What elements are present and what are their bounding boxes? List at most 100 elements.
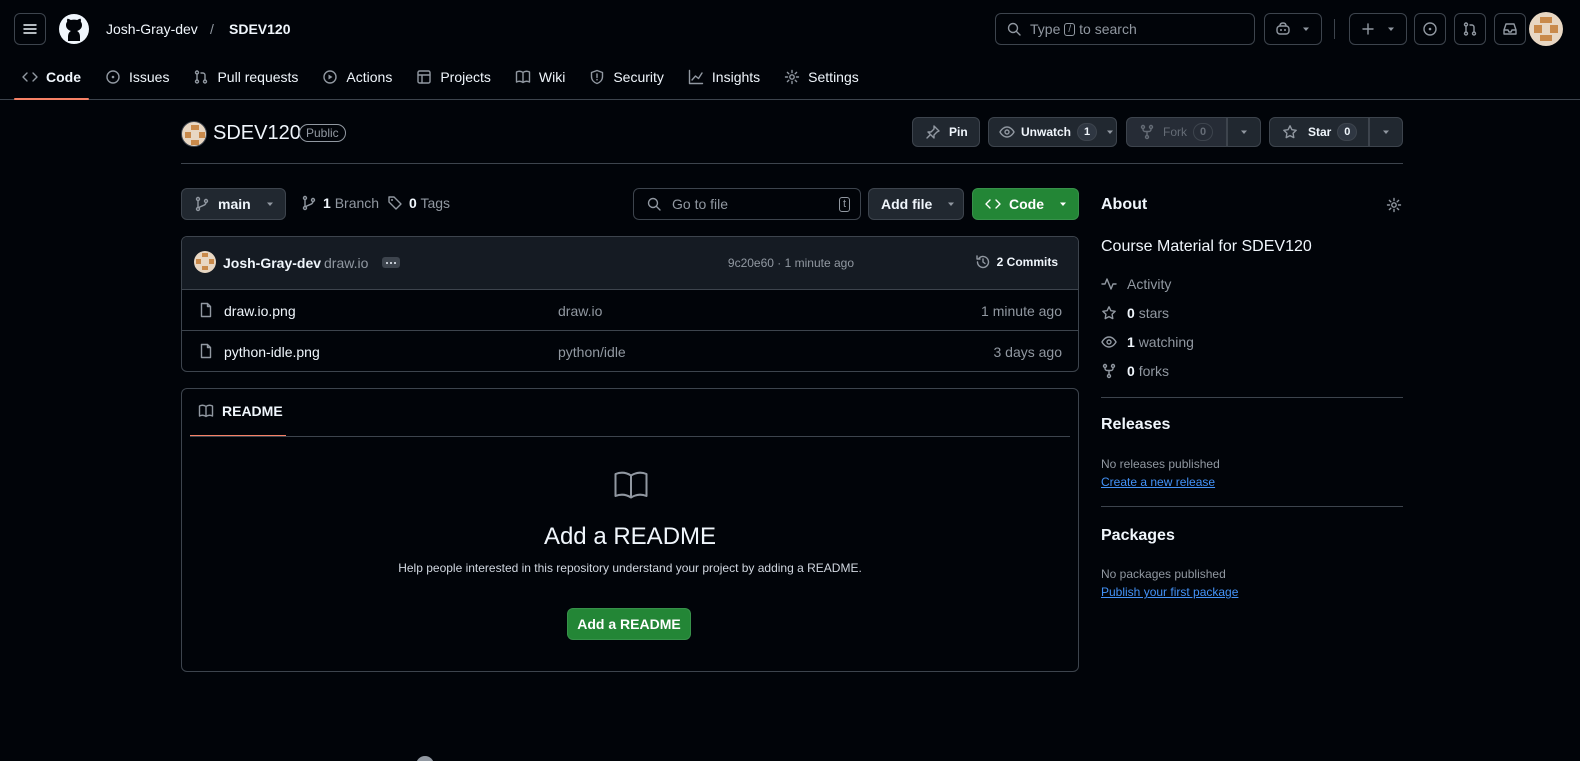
fork-label: Fork (1163, 125, 1187, 139)
branch-name: main (218, 196, 251, 212)
book-icon (614, 471, 648, 499)
commit-sha-time[interactable]: 9c20e60 · 1 minute ago (728, 256, 854, 270)
packages-empty: No packages published (1101, 567, 1226, 581)
releases-heading[interactable]: Releases (1101, 416, 1170, 434)
gear-icon (784, 69, 800, 85)
code-button-label: Code (1009, 196, 1044, 212)
file-updated-time: 3 days ago (993, 344, 1063, 360)
create-release-link[interactable]: Create a new release (1101, 475, 1215, 489)
forks-label: forks (1138, 363, 1170, 379)
sidebar-divider (1101, 506, 1403, 507)
tab-actions[interactable]: Actions (314, 60, 400, 94)
copilot-button[interactable] (1264, 13, 1322, 45)
stars-link[interactable]: 0 stars (1101, 305, 1169, 321)
branches-link[interactable]: 1 Branch (301, 195, 379, 211)
search-icon (1007, 22, 1021, 36)
file-icon (200, 343, 212, 359)
readme-description: Help people interested in this repositor… (398, 561, 862, 575)
fork-icon (1140, 124, 1154, 140)
tab-settings[interactable]: Settings (776, 60, 867, 94)
chevron-down-icon (1107, 130, 1114, 134)
commit-author[interactable]: Josh-Gray-dev (223, 255, 321, 271)
star-button[interactable]: Star 0 (1269, 117, 1369, 147)
tab-pull-requests[interactable]: Pull requests (185, 60, 306, 94)
watchers-link[interactable]: 1 watching (1101, 334, 1194, 350)
readme-title: Add a README (543, 523, 717, 550)
tab-projects[interactable]: Projects (408, 60, 499, 94)
code-button[interactable]: Code (972, 188, 1079, 220)
packages-heading[interactable]: Packages (1101, 527, 1175, 545)
table-icon (417, 70, 432, 84)
add-file-label: Add file (881, 196, 933, 212)
add-file-button[interactable]: Add file (868, 188, 964, 220)
github-footer-logo-icon[interactable] (415, 755, 435, 761)
tab-label: Settings (808, 69, 859, 85)
unwatch-button[interactable]: Unwatch 1 (988, 117, 1117, 147)
readme-tab[interactable]: README (198, 403, 283, 419)
sidebar-divider (1101, 397, 1403, 398)
go-to-file-input[interactable]: Go to file t (633, 188, 861, 220)
file-commit-message[interactable]: python/idle (558, 344, 626, 360)
repo-title[interactable]: SDEV120 (213, 121, 301, 145)
menu-button[interactable] (14, 13, 46, 45)
inbox-button[interactable] (1494, 13, 1526, 45)
gear-icon[interactable] (1386, 197, 1402, 213)
tab-wiki[interactable]: Wiki (507, 60, 573, 94)
tab-label: Pull requests (217, 69, 299, 85)
search-suffix: to search (1079, 21, 1137, 37)
issues-button[interactable] (1414, 13, 1446, 45)
commit-expand-button[interactable] (382, 257, 400, 268)
file-list: Josh-Gray-dev draw.io 9c20e60 · 1 minute… (181, 236, 1079, 372)
copilot-icon (1276, 22, 1290, 35)
breadcrumb-owner[interactable]: Josh-Gray-dev (106, 20, 198, 38)
tab-label: Projects (440, 69, 491, 85)
star-icon (1102, 306, 1116, 320)
commit-author-avatar[interactable] (194, 251, 216, 273)
visibility-badge: Public (299, 124, 346, 142)
tab-insights[interactable]: Insights (680, 60, 768, 94)
commit-message[interactable]: draw.io (324, 255, 368, 271)
create-new-button[interactable] (1349, 13, 1407, 45)
branch-count: 1 (323, 195, 331, 211)
user-avatar[interactable] (1529, 12, 1563, 46)
branch-selector[interactable]: main (181, 188, 286, 220)
file-row: draw.io.png draw.io 1 minute ago (182, 290, 1078, 331)
pulse-icon (1101, 278, 1117, 290)
commits-label: 2 Commits (996, 255, 1058, 269)
go-to-file-key: t (838, 197, 850, 212)
breadcrumb-repo[interactable]: SDEV120 (229, 20, 290, 38)
pin-icon (926, 125, 940, 139)
chevron-down-icon (1241, 130, 1247, 134)
file-name[interactable]: draw.io.png (224, 303, 296, 319)
search-key: / (1064, 22, 1076, 36)
star-count: 0 (1337, 123, 1358, 141)
code-icon (22, 72, 38, 82)
star-dropdown-button[interactable] (1369, 117, 1403, 147)
pin-button[interactable]: Pin (912, 117, 980, 147)
repo-nav-tabs: Code Issues Pull requests Actions Projects Wi… (14, 60, 875, 100)
activity-link[interactable]: Activity (1101, 276, 1171, 292)
tags-link[interactable]: 0 Tags (387, 195, 450, 211)
history-icon (975, 255, 989, 269)
github-logo-icon[interactable] (58, 13, 90, 45)
chevron-down-icon (1388, 27, 1394, 31)
tab-code[interactable]: Code (14, 60, 89, 100)
add-readme-button[interactable]: Add a README (567, 608, 691, 640)
search-icon (647, 197, 661, 211)
star-label: Star (1308, 125, 1332, 139)
file-name[interactable]: python-idle.png (224, 344, 320, 360)
publish-package-link[interactable]: Publish your first package (1101, 585, 1238, 599)
fork-dropdown-button[interactable] (1227, 117, 1261, 147)
pull-requests-button[interactable] (1454, 13, 1486, 45)
fork-button[interactable]: Fork 0 (1126, 117, 1227, 147)
file-commit-message[interactable]: draw.io (558, 303, 602, 319)
tab-security[interactable]: Security (581, 60, 672, 94)
global-header: Josh-Gray-dev / SDEV120 Type / to search… (0, 0, 1580, 100)
commits-link[interactable]: 2 Commits (975, 254, 1058, 270)
header-divider (1334, 19, 1335, 39)
eye-icon (1101, 336, 1117, 348)
unwatch-label: Unwatch (1021, 125, 1072, 139)
global-search-input[interactable]: Type / to search (995, 13, 1255, 45)
tab-issues[interactable]: Issues (97, 60, 177, 94)
forks-link[interactable]: 0 forks (1101, 363, 1169, 379)
